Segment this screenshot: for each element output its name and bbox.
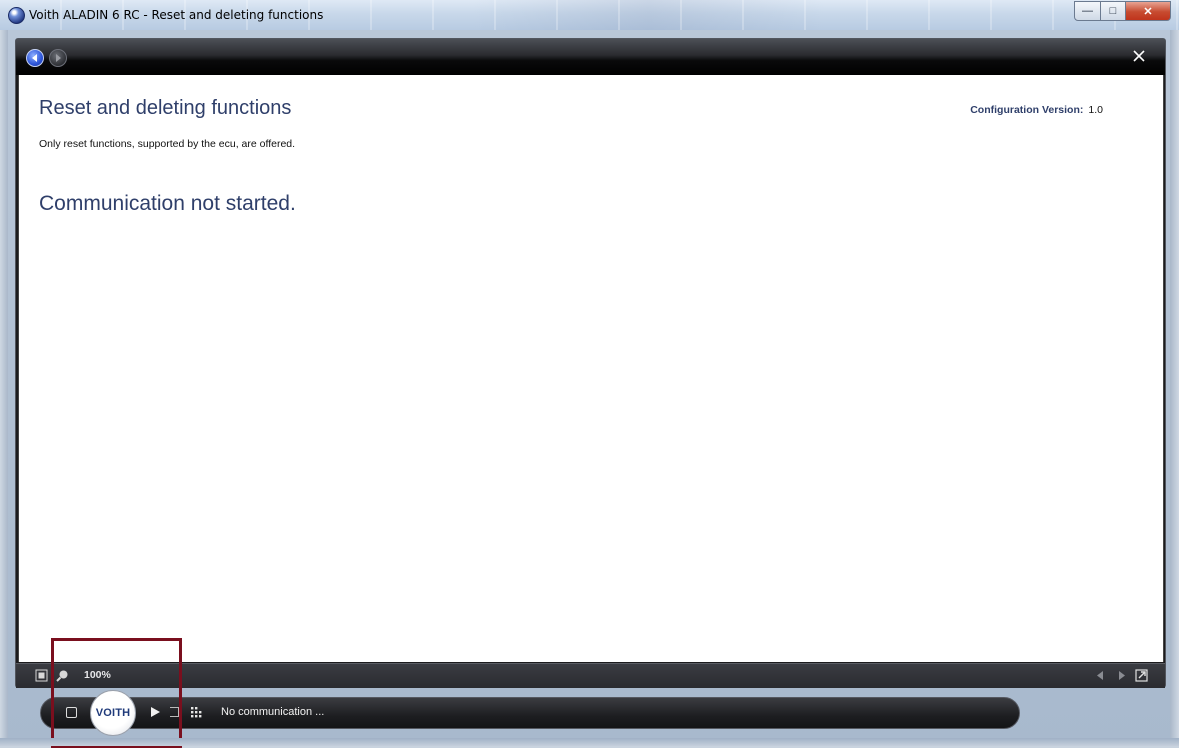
top-nav-strip bbox=[16, 39, 1165, 75]
config-version-value: 1.0 bbox=[1088, 104, 1103, 116]
app-icon bbox=[8, 7, 25, 24]
window-titlebar: Voith ALADIN 6 RC - Reset and deleting f… bbox=[0, 0, 1179, 31]
maximize-button[interactable]: □ bbox=[1101, 1, 1126, 21]
popout-icon[interactable] bbox=[1135, 669, 1148, 682]
grid-icon[interactable] bbox=[190, 706, 203, 719]
back-arrow-icon[interactable] bbox=[26, 49, 44, 67]
config-version-label: Configuration Version: bbox=[970, 104, 1084, 116]
content-panel: Reset and deleting functions Only reset … bbox=[18, 75, 1164, 662]
window-title: Voith ALADIN 6 RC - Reset and deleting f… bbox=[29, 8, 324, 22]
page-title: Reset and deleting functions bbox=[39, 97, 292, 119]
next-page-icon[interactable] bbox=[1115, 669, 1128, 682]
configuration-version: Configuration Version: 1.0 bbox=[970, 104, 1103, 116]
frame-right-edge bbox=[1170, 30, 1179, 746]
minimize-button[interactable]: — bbox=[1074, 1, 1101, 21]
frame-bottom-edge bbox=[0, 738, 1179, 746]
bottom-status-strip: 100% bbox=[16, 663, 1165, 688]
close-icon[interactable] bbox=[1131, 48, 1147, 64]
caption-buttons: — □ ✕ bbox=[1074, 1, 1171, 21]
communication-status-message: Communication not started. bbox=[39, 192, 296, 215]
fit-screen-icon[interactable] bbox=[35, 669, 48, 682]
frame-left-edge bbox=[0, 30, 8, 746]
page-subtitle: Only reset functions, supported by the e… bbox=[39, 138, 296, 150]
communication-status-text: No communication ... bbox=[221, 706, 325, 718]
prev-page-icon[interactable] bbox=[1094, 669, 1107, 682]
window-close-button[interactable]: ✕ bbox=[1126, 1, 1171, 21]
app-shell: Reset and deleting functions Only reset … bbox=[15, 38, 1166, 688]
forward-arrow-icon[interactable] bbox=[49, 49, 67, 67]
highlight-annotation-box bbox=[51, 638, 182, 748]
bottom-taskbar bbox=[40, 697, 1020, 729]
